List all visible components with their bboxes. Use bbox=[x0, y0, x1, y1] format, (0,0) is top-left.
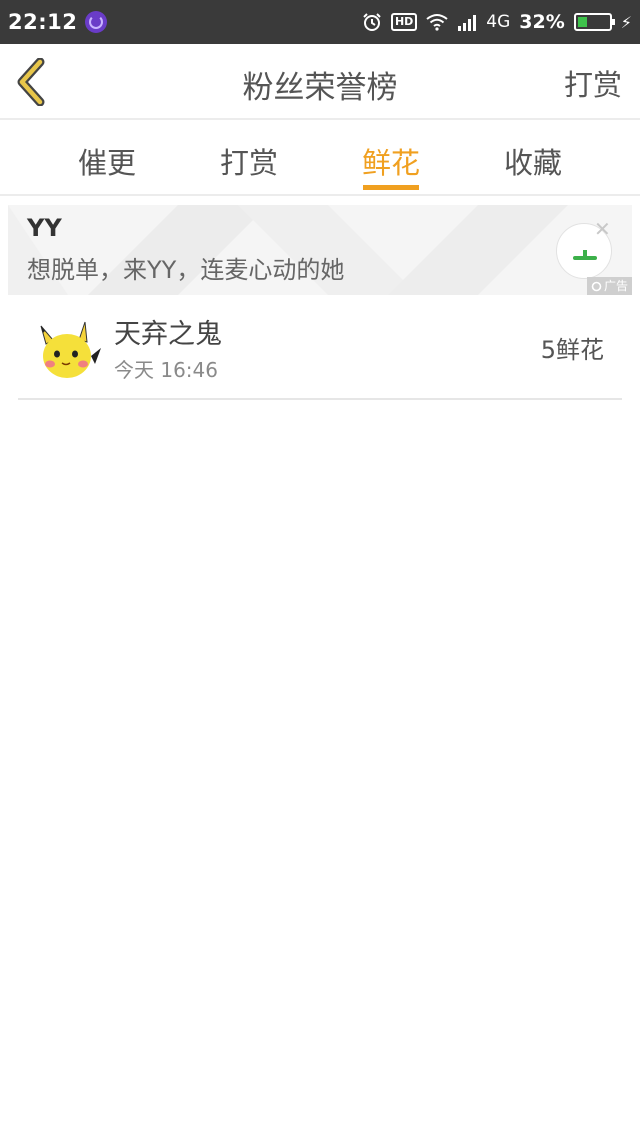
battery-percent: 32% bbox=[519, 11, 565, 33]
ad-info-icon bbox=[591, 281, 602, 291]
flower-count: 5鲜花 bbox=[540, 336, 604, 364]
battery-icon bbox=[573, 13, 615, 31]
ad-tag: 广告 bbox=[586, 277, 632, 295]
network-type: 4G bbox=[486, 12, 511, 32]
ad-banner[interactable]: YY 想脱单，来YY，连麦心动的她 ✕ 广告 bbox=[8, 205, 632, 295]
avatar[interactable] bbox=[33, 312, 105, 384]
tab-tip[interactable]: 打赏 bbox=[189, 140, 309, 182]
tab-urge[interactable]: 催更 bbox=[47, 140, 167, 182]
pikachu-avatar-icon bbox=[34, 313, 104, 383]
tab-favorites[interactable]: 收藏 bbox=[473, 140, 593, 182]
tab-flowers[interactable]: 鲜花 bbox=[331, 140, 451, 182]
status-time: 22:12 bbox=[8, 10, 78, 34]
ad-description: 想脱单，来YY，连麦心动的她 bbox=[27, 256, 345, 284]
signal-icon bbox=[458, 15, 477, 31]
list-item[interactable]: 天弃之鬼 今天 16:46 5鲜花 bbox=[18, 296, 622, 400]
charging-icon: ⚡ bbox=[620, 12, 632, 32]
active-tab-indicator bbox=[363, 185, 419, 190]
status-indicators: HD 4G 32% ⚡ bbox=[362, 11, 632, 33]
tip-button[interactable]: 打赏 bbox=[564, 62, 622, 104]
status-bar: 22:12 HD 4G 32% ⚡ bbox=[0, 0, 640, 44]
close-icon[interactable]: ✕ bbox=[594, 219, 611, 239]
page-title: 粉丝荣誉榜 bbox=[242, 70, 398, 106]
battery-level bbox=[577, 17, 588, 27]
wifi-icon bbox=[426, 14, 448, 31]
hd-icon: HD bbox=[390, 13, 418, 31]
ad-title: YY bbox=[27, 214, 62, 242]
user-name: 天弃之鬼 bbox=[114, 319, 222, 350]
app-notification-icon bbox=[85, 11, 108, 33]
ad-tag-label: 广告 bbox=[603, 279, 628, 293]
header: 粉丝荣誉榜 打赏 bbox=[0, 44, 640, 120]
tab-bar: 催更 打赏 鲜花 收藏 bbox=[0, 122, 640, 196]
alarm-icon bbox=[363, 13, 381, 31]
user-time: 今天 16:46 bbox=[114, 358, 218, 382]
